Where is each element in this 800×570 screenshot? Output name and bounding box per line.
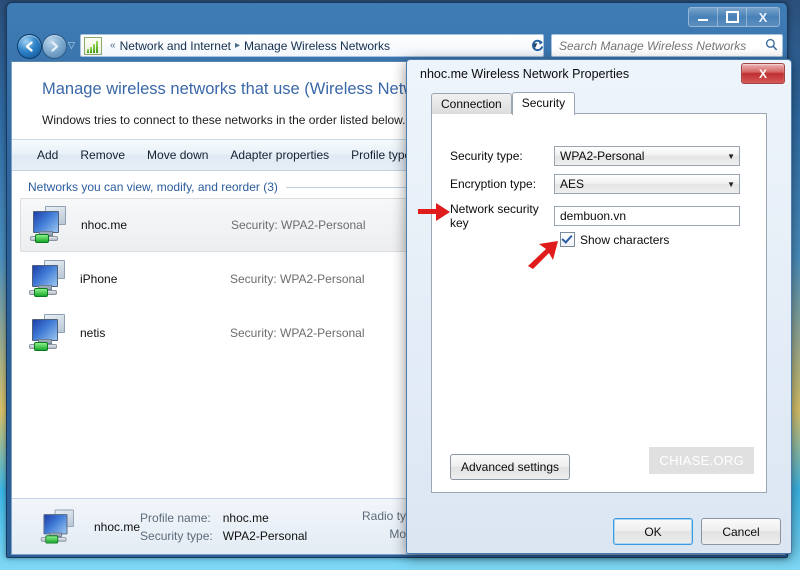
advanced-settings-button[interactable]: Advanced settings: [450, 454, 570, 480]
chevron-down-icon: ▼: [727, 151, 735, 161]
refresh-button[interactable]: [527, 35, 548, 56]
forward-arrow-icon: [51, 41, 59, 52]
toolbar-button-move-down[interactable]: Move down: [136, 144, 219, 166]
minimize-button[interactable]: [689, 8, 718, 26]
toolbar-button-add[interactable]: Add: [26, 144, 69, 166]
network-security-label: Security: WPA2-Personal: [230, 326, 365, 340]
dialog-titlebar[interactable]: nhoc.me Wireless Network Properties X: [409, 62, 789, 88]
show-characters-checkbox[interactable]: [560, 232, 575, 247]
search-icon: [760, 38, 782, 54]
tab-connection[interactable]: Connection: [431, 93, 512, 114]
breadcrumb-chevron-icon: ▸: [234, 40, 240, 51]
network-name: iPhone: [80, 272, 118, 286]
security-type-row: Security type: WPA2-Personal ▼: [450, 146, 740, 166]
details-labels: Profile name: Security type:: [140, 509, 213, 545]
dialog-title: nhoc.me Wireless Network Properties: [420, 67, 630, 81]
recent-pages-button[interactable]: ▽: [68, 40, 75, 51]
details-values: nhoc.me WPA2-Personal: [223, 509, 307, 545]
details-fields: Profile name: Security type: nhoc.me WPA…: [140, 509, 307, 545]
back-button[interactable]: [17, 34, 42, 59]
refresh-icon: [532, 39, 544, 52]
breadcrumb-item-manage-wireless-networks[interactable]: Manage Wireless Networks: [244, 39, 390, 53]
network-security-key-row: Network security key dembuon.vn: [450, 202, 740, 230]
network-security-key-input[interactable]: dembuon.vn: [554, 206, 740, 226]
network-name: nhoc.me: [81, 218, 128, 232]
dialog-close-button[interactable]: X: [741, 63, 785, 84]
watermark: CHIASE.ORG: [649, 447, 754, 474]
breadcrumb-overflow[interactable]: «: [110, 40, 116, 51]
ok-button[interactable]: OK: [613, 518, 693, 545]
security-type-label: Security type:: [450, 149, 523, 163]
breadcrumb-item-network-and-internet[interactable]: Network and Internet: [120, 39, 231, 53]
close-button[interactable]: X: [747, 8, 779, 26]
details-label-profile-name: Profile name:: [140, 510, 211, 525]
wireless-networks-icon: [84, 36, 102, 55]
address-bar[interactable]: « Network and Internet ▸ Manage Wireless…: [80, 34, 544, 57]
details-network-name: nhoc.me: [94, 519, 141, 534]
dialog-button-bar: OK Cancel: [613, 518, 781, 545]
breadcrumb: « Network and Internet ▸ Manage Wireless…: [106, 39, 527, 53]
encryption-type-select[interactable]: AES ▼: [554, 174, 740, 194]
annotation-arrow-network-key-icon: [418, 203, 450, 221]
show-characters-label: Show characters: [580, 232, 670, 247]
window-titlebar[interactable]: X: [7, 3, 787, 31]
back-arrow-icon: [25, 41, 33, 52]
network-security-key-label: Network security key: [450, 202, 539, 230]
tab-security[interactable]: Security: [511, 92, 576, 115]
maximize-button[interactable]: [718, 8, 747, 26]
navigation-bar: ▽ « Network and Internet ▸ Manage Wirele…: [11, 31, 785, 61]
dialog-tabstrip: Connection Security: [431, 92, 576, 115]
dialog-body: Connection Security Security type: WPA2-…: [409, 88, 789, 551]
wireless-network-properties-dialog: nhoc.me Wireless Network Properties X Co…: [406, 59, 792, 554]
encryption-type-row: Encryption type: AES ▼: [450, 174, 740, 194]
network-security-label: Security: WPA2-Personal: [231, 218, 366, 232]
show-characters-row[interactable]: Show characters: [560, 232, 669, 247]
details-value-security-type: WPA2-Personal: [222, 528, 308, 543]
wireless-profile-icon: [28, 258, 74, 300]
network-security-value: WPA2-Personal: [280, 272, 365, 286]
details-profile-icon: [40, 507, 82, 546]
wireless-profile-icon: [28, 312, 74, 354]
network-security-value: WPA2-Personal: [280, 326, 365, 340]
list-group-header-label: Networks you can view, modify, and reord…: [28, 180, 278, 194]
network-security-label: Security: WPA2-Personal: [230, 272, 365, 286]
security-type-select[interactable]: WPA2-Personal ▼: [554, 146, 740, 166]
encryption-type-value: AES: [560, 177, 585, 191]
window-controls: X: [688, 7, 780, 27]
details-label-security-type: Security type:: [140, 528, 213, 543]
chevron-down-icon: ▼: [727, 179, 735, 189]
cancel-button[interactable]: Cancel: [701, 518, 781, 545]
network-security-value: WPA2-Personal: [281, 218, 366, 232]
annotation-arrow-show-characters-icon: [528, 241, 558, 269]
details-value-profile-name: nhoc.me: [222, 510, 269, 525]
security-type-value: WPA2-Personal: [560, 149, 645, 163]
encryption-type-label: Encryption type:: [450, 177, 537, 191]
toolbar-button-adapter-properties[interactable]: Adapter properties: [219, 144, 340, 166]
toolbar-button-remove[interactable]: Remove: [69, 144, 136, 166]
wireless-profile-icon: [29, 204, 75, 246]
search-box[interactable]: [551, 34, 783, 57]
network-name: netis: [80, 326, 106, 340]
security-tab-panel: Security type: WPA2-Personal ▼ Encryptio…: [418, 113, 767, 493]
search-input[interactable]: [552, 37, 760, 54]
forward-button[interactable]: [42, 34, 67, 59]
